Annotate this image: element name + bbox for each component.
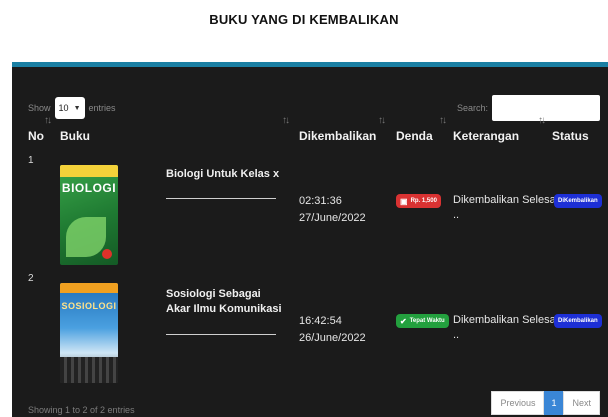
keterangan: Dikembalikan Selesai .. [453,193,558,223]
divider [166,334,276,335]
entries-length-control: Show 10 ▼ entries [28,97,116,119]
return-date: 26/June/2022 [299,332,366,344]
sort-icon[interactable]: ↑↓ [378,115,386,126]
page-button-1[interactable]: 1 [544,391,564,415]
show-label: Show [28,103,51,113]
row-number: 2 [28,273,34,284]
check-icon: ✔ [400,316,407,326]
divider [166,198,276,199]
header-denda[interactable]: Denda [396,129,433,143]
sort-icon[interactable]: ↑↓ [538,115,546,126]
fine-amount: Rp. 1,500 [410,198,437,204]
keterangan-extra: .. [453,209,460,221]
keterangan-extra: .. [453,329,460,341]
page-title: BUKU YANG DI KEMBALIKAN [209,12,399,27]
status-badge: DiKembalikan [554,194,602,208]
ontime-badge: ✔ Tepat Waktu [396,314,449,328]
pagination: Previous 1 Next [491,391,600,415]
return-time: 16:42:54 [299,315,342,327]
entries-value: 10 [58,103,69,113]
next-button[interactable]: Next [563,391,600,415]
return-date: 27/June/2022 [299,212,366,224]
table-panel: Show 10 ▼ entries Search: ↑↓ ↑↓ ↑↓ ↑↓ ↑↓… [12,67,608,417]
header-status[interactable]: Status [552,129,589,143]
search-control: Search: [457,95,600,121]
keterangan: Dikembalikan Selesai .. [453,313,558,343]
sort-icon[interactable]: ↑↓ [44,115,52,126]
sort-icon[interactable]: ↑↓ [282,115,290,126]
book-cover-image: SOSIOLOGI [60,283,118,383]
chevron-down-icon: ▼ [73,104,81,112]
entries-select[interactable]: 10 ▼ [54,97,85,119]
return-time: 02:31:36 [299,195,342,207]
book-title: Biologi Untuk Kelas x [166,168,280,180]
row-number: 1 [28,155,34,166]
book-title: Sosiologi Sebagai Akar Ilmu Komunikasi [166,288,282,315]
book-cover-image: BIOLOGI [60,165,118,265]
table-info: Showing 1 to 2 of 2 entries [28,405,135,415]
sort-icon[interactable]: ↑↓ [439,115,447,126]
entries-label: entries [88,103,116,113]
header-buku[interactable]: Buku [60,129,90,143]
previous-button[interactable]: Previous [491,391,545,415]
ontime-text: Tepat Waktu [409,318,445,324]
cover-title: SOSIOLOGI [61,301,117,311]
keterangan-text: Dikembalikan Selesai [453,194,559,206]
search-input[interactable] [492,95,600,121]
header-dikembalikan[interactable]: Dikembalikan [299,129,376,143]
keterangan-text: Dikembalikan Selesai [453,314,559,326]
header-no[interactable]: No [28,129,44,143]
header-keterangan[interactable]: Keterangan [453,129,519,143]
return-datetime: 02:31:36 27/June/2022 [299,193,366,227]
status-badge: DiKembalikan [554,314,602,328]
cover-title: BIOLOGI [61,181,117,195]
return-datetime: 16:42:54 26/June/2022 [299,313,366,347]
search-label: Search: [456,103,488,113]
money-icon: ▣ [400,196,408,206]
fine-badge: ▣ Rp. 1,500 [396,194,441,208]
